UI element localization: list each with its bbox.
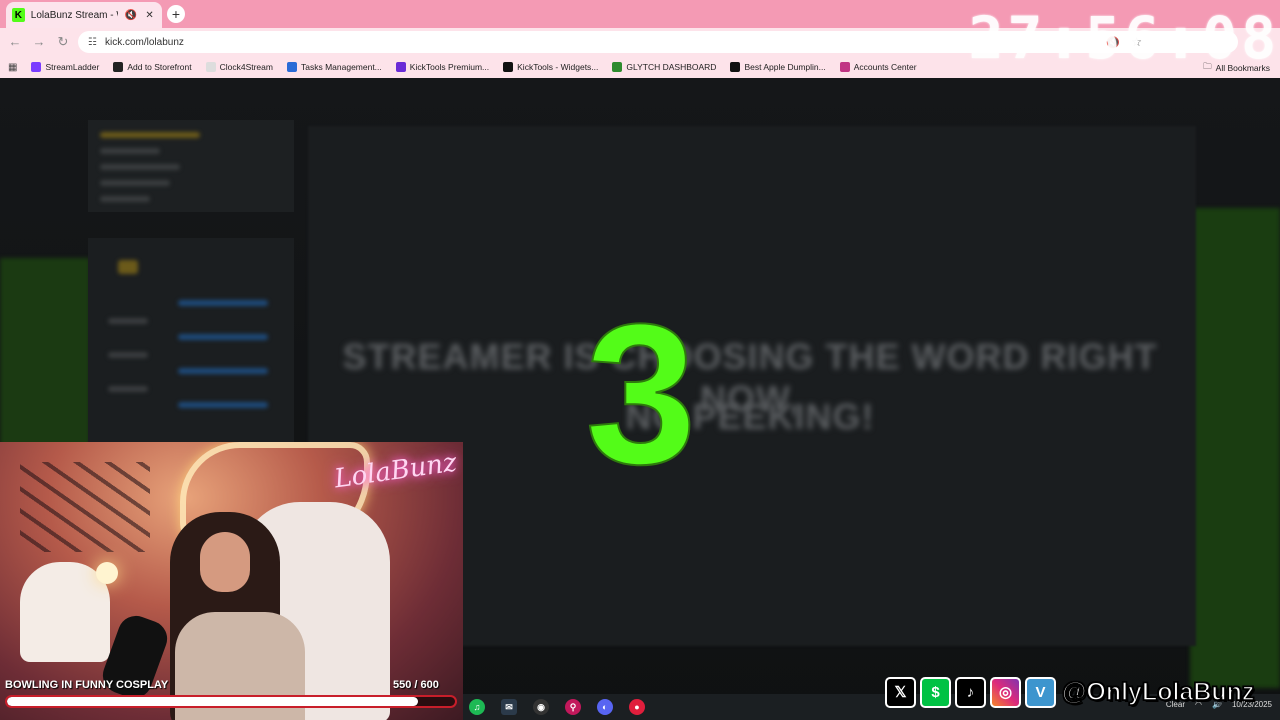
chat-panel [88,238,294,448]
bookmark-favicon-icon [730,62,741,72]
bookmark-favicon-icon [286,62,297,72]
streamer-face [200,532,250,592]
reload-icon[interactable]: ↻ [51,30,75,54]
bookmark-label: Accounts Center [853,62,917,72]
goal-progress-bar [5,695,457,708]
bookmark-favicon-icon [31,62,42,72]
leaderboard-panel [88,120,294,212]
bookmark-label: KickTools Premium... [409,62,490,72]
new-tab-button[interactable]: + [167,5,185,23]
social-banner: 𝕏 $ ♪ ◎ V @OnlyLolaBunz [885,674,1277,710]
discord-icon[interactable]: ◐ [597,699,613,715]
goal-label: BOWLING IN FUNNY COSPLAY [5,679,169,691]
stream-timer: 27:56:08 [968,4,1280,72]
bookmark-favicon-icon [113,62,124,72]
bookmark-label: KickTools - Widgets... [517,62,599,72]
bat-decor [20,462,150,552]
goal-count: 550 / 600 [393,679,439,691]
bookmark-item[interactable]: Clock4Stream [205,62,273,72]
app-icon[interactable]: ✉ [501,699,517,715]
bookmark-item[interactable]: Add to Storefront [113,62,192,72]
bookmark-favicon-icon [612,62,623,72]
venmo-icon: V [1025,676,1056,708]
goal-progress-fill [7,697,418,706]
bookmark-favicon-icon [395,62,406,72]
bookmark-label: Add to Storefront [127,62,192,72]
site-info-icon[interactable]: ☷ [88,37,97,48]
social-icons: 𝕏 $ ♪ ◎ V [885,676,1056,708]
social-handle: @OnlyLolaBunz [1061,677,1255,707]
obs-icon[interactable]: ◉ [533,699,549,715]
bookmark-favicon-icon [839,62,850,72]
bookmark-label: GLYTCH DASHBOARD [626,62,717,72]
record-icon[interactable]: ● [629,699,645,715]
stream-frame: K LolaBunz Stream - Watch Li 🔇 ✕ + ← → ↻… [0,0,1280,720]
apps-grid-icon[interactable]: ▦ [8,62,17,73]
back-icon[interactable]: ← [3,30,27,54]
bookmark-item[interactable]: Best Apple Dumplin... [730,62,826,72]
countdown-number: 3 [584,283,697,506]
green-glow-right [1190,208,1280,688]
url-text: kick.com/lolabunz [104,36,184,48]
browser-tab[interactable]: K LolaBunz Stream - Watch Li 🔇 ✕ [6,2,162,28]
lamp-light [96,562,118,584]
bookmark-favicon-icon [503,62,514,72]
bookmark-label: Tasks Management... [300,62,382,72]
bookmark-item[interactable]: KickTools Premium... [395,62,490,72]
bookmark-favicon-icon [205,62,216,72]
bookmark-item[interactable]: StreamLadder [31,62,99,72]
bookmark-item[interactable]: GLYTCH DASHBOARD [612,62,716,72]
bookmark-item[interactable]: Accounts Center [839,62,917,72]
bookmark-item[interactable]: Tasks Management... [286,62,382,72]
bookmark-label: Clock4Stream [219,62,273,72]
tiktok-icon: ♪ [955,676,986,708]
tab-mute-icon[interactable]: 🔇 [124,10,137,21]
bookmark-label: StreamLadder [45,62,100,72]
bookmark-item[interactable]: KickTools - Widgets... [503,62,598,72]
spotify-icon[interactable]: ♫ [469,699,485,715]
tab-close-icon[interactable]: ✕ [143,10,156,21]
pin-icon[interactable]: ⚲ [565,699,581,715]
bookmark-list: StreamLadder Add to Storefront Clock4Strea… [31,62,917,72]
kick-favicon-icon: K [12,8,25,22]
instagram-icon: ◎ [990,676,1021,708]
cashapp-icon: $ [920,676,951,708]
status-message-line2: NO PEEKING! [625,396,875,437]
bookmark-label: Best Apple Dumplin... [744,62,826,72]
forward-icon[interactable]: → [27,30,51,54]
tab-title: LolaBunz Stream - Watch Li [30,9,119,21]
x-icon: 𝕏 [885,676,916,708]
